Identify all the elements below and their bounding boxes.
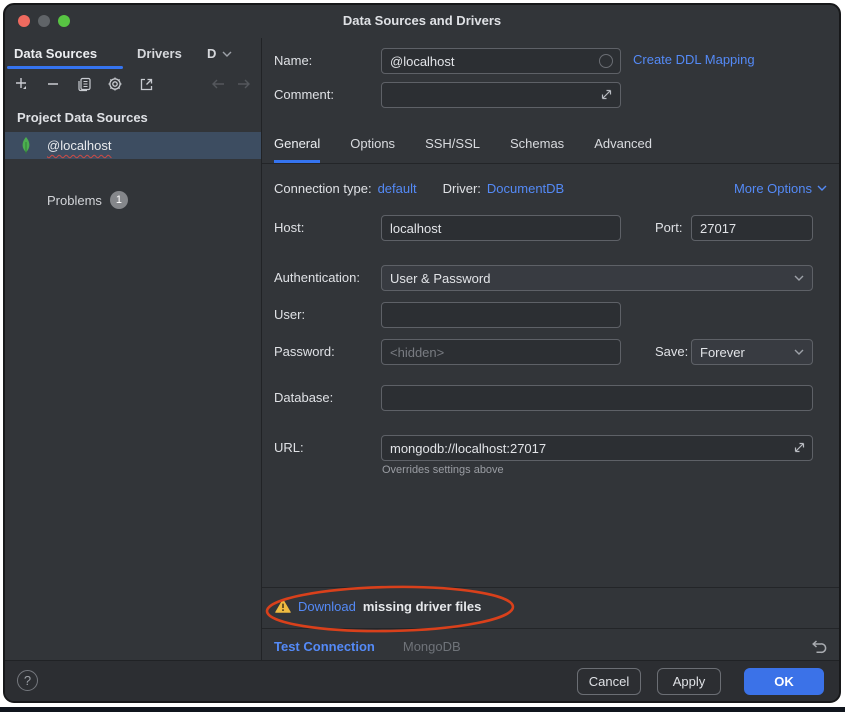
export-icon[interactable] — [135, 73, 157, 95]
warning-icon — [275, 599, 291, 613]
main-panel: Name: Create DDL Mapping Comment: Genera… — [262, 38, 839, 661]
create-ddl-mapping-link[interactable]: Create DDL Mapping — [633, 52, 755, 67]
main-tabs: General Options SSH/SSL Schemas Advanced — [274, 136, 652, 163]
test-connection-row: Test Connection MongoDB — [274, 629, 827, 664]
name-field-circle — [599, 54, 613, 68]
sidebar: Data Sources Drivers D — [5, 38, 262, 661]
host-label: Host: — [274, 215, 304, 241]
page-bottom-rule — [0, 707, 845, 712]
url-label: URL: — [274, 435, 304, 461]
more-options-link[interactable]: More Options — [734, 178, 827, 198]
duplicate-icon[interactable] — [73, 73, 95, 95]
problems-count-badge: 1 — [110, 191, 128, 209]
tab-options[interactable]: Options — [350, 136, 395, 163]
mongodb-leaf-icon — [20, 137, 32, 154]
tab-ssh-ssl[interactable]: SSH/SSL — [425, 136, 480, 163]
sidebar-tab-data-sources[interactable]: Data Sources — [14, 42, 97, 66]
chevron-down-icon — [817, 185, 827, 191]
database-input[interactable] — [381, 385, 813, 411]
host-input[interactable] — [381, 215, 621, 241]
settings-icon[interactable] — [104, 73, 126, 95]
add-icon[interactable] — [11, 73, 33, 95]
data-source-item-localhost[interactable]: @localhost — [5, 132, 261, 159]
save-select[interactable]: Forever — [691, 339, 813, 365]
reset-icon[interactable] — [810, 639, 827, 654]
driver-warning-text: missing driver files — [363, 599, 482, 614]
tab-general[interactable]: General — [274, 136, 320, 163]
comment-input[interactable] — [381, 82, 621, 108]
test-driver-name: MongoDB — [403, 639, 461, 654]
user-input[interactable] — [381, 302, 621, 328]
active-tab-underline — [7, 66, 123, 69]
port-label: Port: — [655, 215, 682, 241]
footer-bar: ? Cancel Apply OK — [5, 660, 839, 701]
port-input[interactable] — [691, 215, 813, 241]
user-label: User: — [274, 302, 305, 328]
test-connection-link[interactable]: Test Connection — [274, 639, 375, 654]
tab-advanced[interactable]: Advanced — [594, 136, 652, 163]
expand-icon[interactable] — [600, 88, 613, 101]
section-divider — [262, 587, 839, 588]
comment-label: Comment: — [274, 82, 334, 108]
screenshot-frame: Data Sources and Drivers Data Sources Dr… — [0, 0, 845, 712]
driver-label: Driver: — [443, 181, 481, 196]
connection-type-label: Connection type: — [274, 181, 372, 196]
authentication-label: Authentication: — [274, 265, 360, 291]
password-label: Password: — [274, 339, 335, 365]
tab-schemas[interactable]: Schemas — [510, 136, 564, 163]
sidebar-toolbar — [11, 72, 157, 96]
section-header: Project Data Sources — [17, 110, 148, 125]
authentication-select[interactable]: User & Password — [381, 265, 813, 291]
connection-type-value[interactable]: default — [378, 181, 417, 196]
authentication-value: User & Password — [390, 271, 490, 286]
password-input[interactable] — [381, 339, 621, 365]
save-value: Forever — [700, 345, 745, 360]
expand-icon[interactable] — [793, 441, 806, 454]
sidebar-tab-overflow[interactable]: D — [207, 42, 232, 66]
sidebar-tab-drivers[interactable]: Drivers — [137, 42, 182, 66]
cancel-button[interactable]: Cancel — [577, 668, 641, 695]
chevron-down-icon — [794, 275, 804, 281]
database-label: Database: — [274, 385, 333, 411]
name-label: Name: — [274, 48, 312, 74]
apply-button[interactable]: Apply — [657, 668, 721, 695]
driver-value-link[interactable]: DocumentDB — [487, 181, 564, 196]
dialog-window: Data Sources and Drivers Data Sources Dr… — [3, 3, 841, 703]
driver-warning-row: Download missing driver files — [275, 591, 481, 621]
url-hint: Overrides settings above — [382, 464, 504, 476]
data-source-item-label: @localhost — [47, 138, 112, 153]
chevron-down-icon — [794, 349, 804, 355]
url-input[interactable] — [381, 435, 813, 461]
name-input[interactable] — [381, 48, 621, 74]
ok-button[interactable]: OK — [744, 668, 824, 695]
problems-row[interactable]: Problems 1 — [47, 188, 128, 212]
download-driver-link[interactable]: Download — [298, 599, 356, 614]
help-icon[interactable]: ? — [17, 670, 38, 691]
sidebar-history-nav — [211, 72, 251, 96]
remove-icon[interactable] — [42, 73, 64, 95]
chevron-down-icon — [222, 51, 232, 57]
tabs-divider — [262, 163, 839, 164]
window-title: Data Sources and Drivers — [5, 13, 839, 28]
problems-label: Problems — [47, 193, 102, 208]
forward-icon[interactable] — [236, 78, 251, 90]
save-label: Save: — [655, 339, 688, 365]
connection-type-row: Connection type: default Driver: Documen… — [274, 178, 564, 198]
back-icon[interactable] — [211, 78, 226, 90]
title-bar: Data Sources and Drivers — [5, 5, 839, 38]
